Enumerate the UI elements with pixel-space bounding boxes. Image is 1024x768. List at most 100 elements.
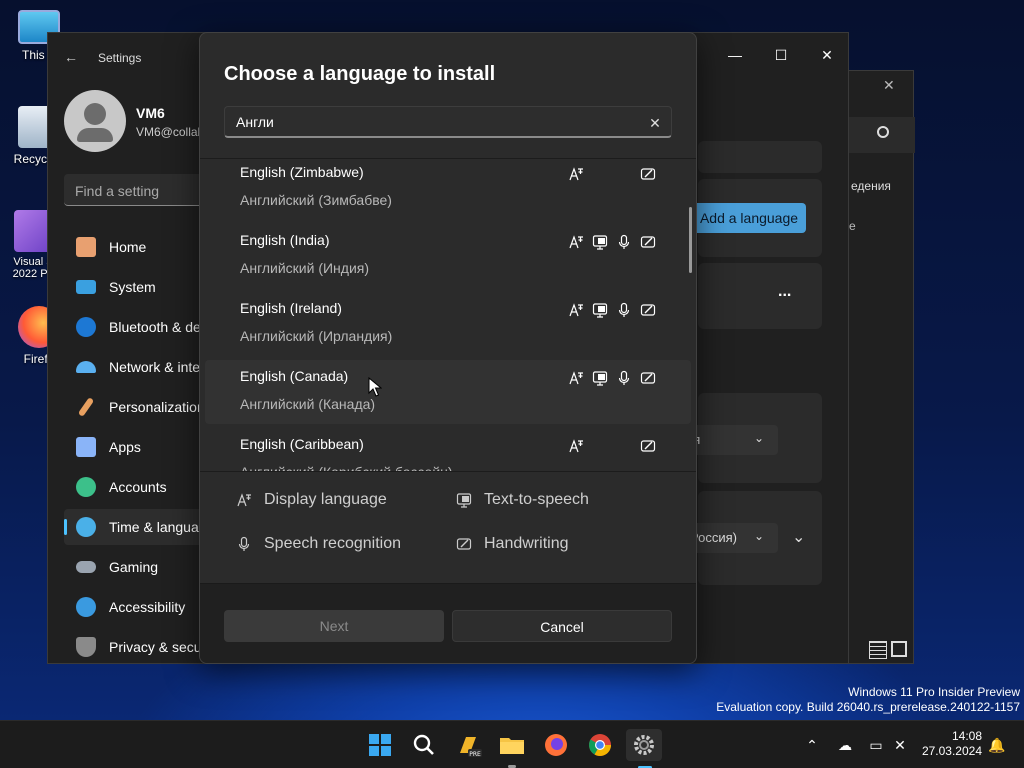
window-title: Settings [98,51,142,65]
list-item[interactable]: English (Ireland) Английский (Ирландия) [205,292,691,356]
search-icon[interactable] [877,126,889,138]
list-item[interactable]: English (Zimbabwe) Английский (Зимбабве) [205,159,691,220]
brush-icon [77,397,95,417]
onedrive-offline-icon[interactable]: ☁ [836,737,854,753]
display-language-icon [569,439,583,453]
evaluation-watermark: Windows 11 Pro Insider Preview Evaluatio… [716,685,1020,715]
cancel-button[interactable]: Cancel [452,610,672,642]
choose-language-dialog: Choose a language to install ✕ English (… [199,32,697,664]
background-window: ✕ едения е [848,70,915,664]
text-to-speech-icon [592,235,608,250]
text-to-speech-icon [592,303,608,318]
microphone-icon [618,302,630,317]
language-name: English (Canada) [240,368,349,384]
language-search-input[interactable] [224,106,672,138]
nav-label: Home [109,239,147,255]
notification-bell-icon[interactable]: 🔔 [988,737,1005,753]
chevron-up-icon[interactable]: ⌃ [804,737,820,753]
back-arrow-icon[interactable]: ← [64,49,78,65]
list-item[interactable]: English (India) Английский (Индия) [205,224,691,288]
language-name: English (Ireland) [240,300,342,316]
legend-label: Speech recognition [264,535,401,552]
file-explorer-button[interactable] [496,729,528,761]
microphone-icon [618,234,630,249]
windows-logo-icon [369,734,391,756]
firefox-button[interactable] [540,729,572,761]
nav-label: Accessibility [109,599,186,615]
chrome-button[interactable] [584,729,616,761]
nav-label: Network & inte [109,359,201,375]
display-language-icon [569,303,583,317]
list-item[interactable]: English (Caribbean) Английский (Карибски… [205,428,691,472]
language-name: English (Zimbabwe) [240,164,364,180]
clock[interactable]: 14:08 27.03.2024 [920,729,982,759]
minimize-button[interactable]: — [712,39,758,71]
wifi-icon [76,361,96,373]
list-scrollbar[interactable] [689,207,692,273]
nav-label: System [109,279,156,295]
add-language-label: Add a language [699,210,799,226]
add-language-button[interactable]: Add a language [692,203,806,233]
avatar [64,90,126,152]
view-preview-icon[interactable] [891,641,907,657]
nav-label: Apps [109,439,141,455]
display-language-icon [237,493,251,507]
microphone-icon [238,536,250,551]
nav-label: Personalization [109,399,205,415]
next-button[interactable]: Next [224,610,444,642]
find-setting-input[interactable]: Find a setting [64,174,204,206]
list-item[interactable]: English (Canada) Английский (Канада) [205,360,691,424]
language-translation: Английский (Канада) [240,396,376,412]
home-icon [76,237,96,257]
language-card [698,263,822,329]
clear-search-icon[interactable]: ✕ [644,112,666,134]
date: 27.03.2024 [921,744,982,758]
tab-label[interactable]: едения [851,179,891,193]
close-button[interactable]: ✕ [804,39,850,71]
chevron-down-icon: ⌄ [754,529,765,543]
handwriting-icon [640,304,656,316]
accounts-icon [76,477,96,497]
language-translation: Английский (Карибский бассейн) [240,464,453,472]
nav-label: Privacy & secur [109,639,207,655]
selection-indicator [64,519,67,535]
nav-label: Bluetooth & de [109,319,201,335]
more-options-button[interactable]: ... [778,283,791,301]
legend-label: Text-to-speech [484,491,589,508]
start-button[interactable] [364,729,396,761]
expand-chevron-icon[interactable]: ⌄ [792,527,805,547]
nav-label: Accounts [109,479,167,495]
apps-icon [76,437,96,457]
legend-speech: Speech recognition [236,535,401,553]
nav-label: Gaming [109,559,159,575]
chrome-icon [589,734,611,756]
system-icon [76,280,96,294]
mouse-cursor-icon [368,377,382,397]
settings-taskbar-button[interactable] [626,729,662,768]
close-icon[interactable]: ✕ [883,77,895,94]
search-button[interactable] [408,729,440,761]
volume-muted-icon[interactable]: ✕ [892,737,908,753]
view-list-icon[interactable] [869,641,887,659]
dialog-title: Choose a language to install [224,63,496,85]
user-email: VM6@collab [136,125,202,139]
maximize-button[interactable]: ☐ [758,39,804,71]
language-list: English (Zimbabwe) Английский (Зимбабве)… [200,158,696,472]
bluetooth-icon [76,317,96,337]
chevron-down-icon: ⌄ [754,431,765,445]
handwriting-icon [640,168,656,180]
network-icon[interactable]: ▭ [868,737,884,753]
legend-label: Handwriting [484,535,569,552]
user-silhouette-icon [84,103,106,125]
copilot-button[interactable]: PRE [452,729,484,761]
user-name: VM6 [136,105,165,121]
find-setting-placeholder: Find a setting [75,183,160,199]
handwriting-icon [640,236,656,248]
watermark-line: Windows 11 Pro Insider Preview [848,685,1020,699]
language-name: English (Caribbean) [240,436,364,452]
user-body-shape [77,128,113,142]
text-to-speech-icon [456,493,472,508]
search-icon [413,734,434,755]
display-language-icon [569,167,583,181]
watermark-line: Evaluation copy. Build 26040.rs_prerelea… [716,700,1020,714]
